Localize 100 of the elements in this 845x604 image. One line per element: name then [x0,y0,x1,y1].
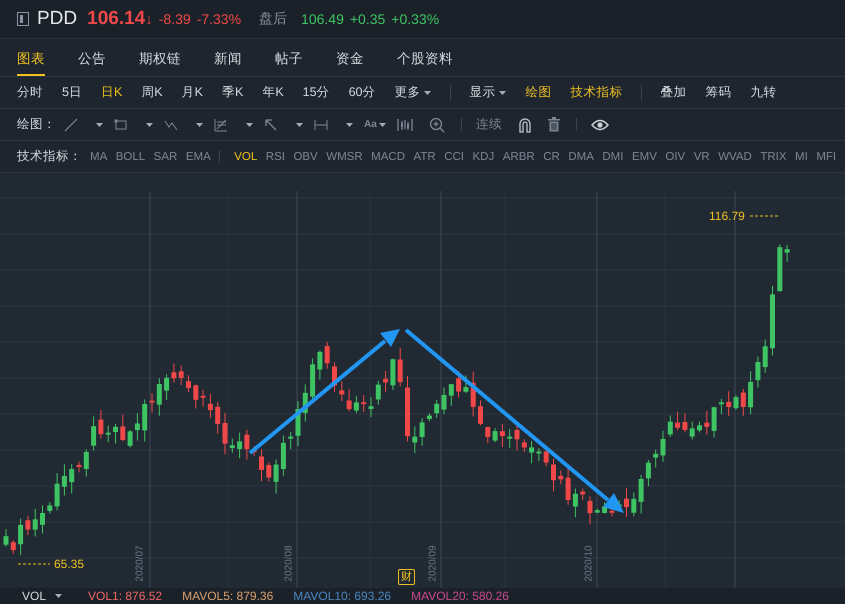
down-arrow-icon: ↓ [145,10,153,28]
caret-icon[interactable] [346,122,353,126]
indicator-option[interactable]: WMSR [326,150,363,162]
candlestick [361,394,366,412]
view-option[interactable]: 显示 [469,84,526,101]
candlestick [324,341,330,370]
tab[interactable]: 图表 [17,50,45,76]
eye-icon[interactable] [590,118,609,130]
zoom-in-icon[interactable] [428,116,445,132]
caret-icon[interactable] [96,122,103,126]
caret-icon[interactable] [246,122,253,126]
candlestick [420,418,425,446]
candlestick [755,356,760,388]
period-option[interactable]: 年K [262,84,303,101]
candlestick [383,370,388,392]
candlestick [186,374,191,392]
indicator-option[interactable]: ATR [414,150,436,162]
candlestick [302,384,308,422]
indicator-option[interactable]: KDJ [472,150,494,162]
indicator-option[interactable]: RSI [266,150,285,162]
rectangle-tool-icon[interactable] [114,118,128,132]
drawing-tool[interactable] [64,118,103,132]
caret-icon[interactable] [499,90,506,94]
indicator-option[interactable]: WVAD [718,150,752,162]
date-label: 2020/09 [428,545,439,582]
tab[interactable]: 资金 [336,50,364,76]
stock-price: 106.14 [87,8,146,30]
indicator-option[interactable]: DMA [568,150,594,162]
indicator-option[interactable]: OIV [665,150,686,162]
caret-icon[interactable] [146,122,153,126]
period-option[interactable]: 日K [100,84,142,101]
candlestick [675,411,680,431]
drawing-tool[interactable] [214,118,253,132]
arrow-tool-icon[interactable] [264,118,278,132]
drawing-tool[interactable] [264,118,303,132]
magnet-icon[interactable] [518,116,532,132]
indicator-option[interactable]: MACD [371,150,406,162]
indicator-option[interactable]: OBV [293,150,318,162]
period-option[interactable]: 60分 [348,84,394,101]
candlestick [134,412,140,441]
period-option[interactable]: 周K [141,84,182,101]
candlestick [332,362,337,392]
indicator-option[interactable]: MFI [816,150,836,162]
fibonacci-tool-icon[interactable] [214,118,228,132]
event-badge[interactable]: 财 [398,569,415,585]
indicator-option[interactable]: TRIX [760,150,787,162]
candle-tool-icon[interactable] [396,118,413,132]
indicator-option[interactable]: DMI [602,150,624,162]
candlestick [734,394,738,410]
text-tool[interactable]: Aa [364,119,386,130]
tab[interactable]: 公告 [78,50,106,76]
period-option[interactable]: 分时 [17,84,62,101]
indicator-option[interactable]: VR [694,150,710,162]
indicator-option[interactable]: CCI [444,150,464,162]
after-hours-percent: +0.33% [391,11,440,27]
period-option[interactable]: 更多 [394,84,450,101]
candlestick [244,429,250,460]
view-option[interactable]: 绘图 [525,84,570,101]
indicator-option[interactable]: CR [543,150,560,162]
period-option[interactable]: 5日 [62,84,101,101]
indicator-option[interactable]: SAR [154,150,178,162]
view-option[interactable]: 技术指标 [570,84,642,101]
caret-icon[interactable] [378,122,386,126]
caret-icon[interactable] [296,122,303,126]
indicator-option[interactable]: VOL [234,150,258,162]
caret-icon[interactable] [424,90,432,94]
tab[interactable]: 个股资料 [397,50,453,76]
period-option[interactable]: 月K [182,84,222,101]
trash-icon[interactable] [548,117,560,132]
price-change-percent: -7.33% [196,11,242,27]
overlay-option[interactable]: 九转 [750,84,796,101]
line-tool-icon[interactable] [64,118,78,132]
continuous-toggle[interactable]: 连续 [476,116,502,133]
candlestick [463,374,468,394]
measure-tool-icon[interactable] [314,118,328,132]
indicator-option[interactable]: BOLL [116,150,146,162]
candlestick [522,438,527,453]
tab[interactable]: 期权链 [139,50,181,76]
indicator-option[interactable]: MI [795,150,808,162]
period-option[interactable]: 15分 [302,84,349,101]
candlestick [25,515,30,536]
indicator-option[interactable]: MA [90,150,108,162]
candlestick [624,488,629,518]
period-option[interactable]: 季K [222,84,262,101]
tab[interactable]: 新闻 [214,50,242,76]
overlay-option[interactable]: 叠加 [660,84,706,101]
stock-symbol: PDD [37,8,78,30]
caret-icon[interactable] [196,122,203,126]
candlestick [426,412,432,422]
overlay-option[interactable]: 筹码 [705,84,750,101]
indicator-option[interactable]: EMA [186,150,211,162]
candlestick [230,438,235,454]
indicator-option[interactable]: ARBR [502,150,535,162]
panel-icon[interactable] [17,12,29,26]
caret-icon[interactable] [55,594,62,598]
drawing-tool[interactable] [314,118,353,132]
drawing-tool[interactable] [114,118,153,132]
indicator-option[interactable]: EMV [632,150,657,162]
tab[interactable]: 帖子 [275,50,303,76]
indicator-selector[interactable]: VOL [22,589,62,603]
